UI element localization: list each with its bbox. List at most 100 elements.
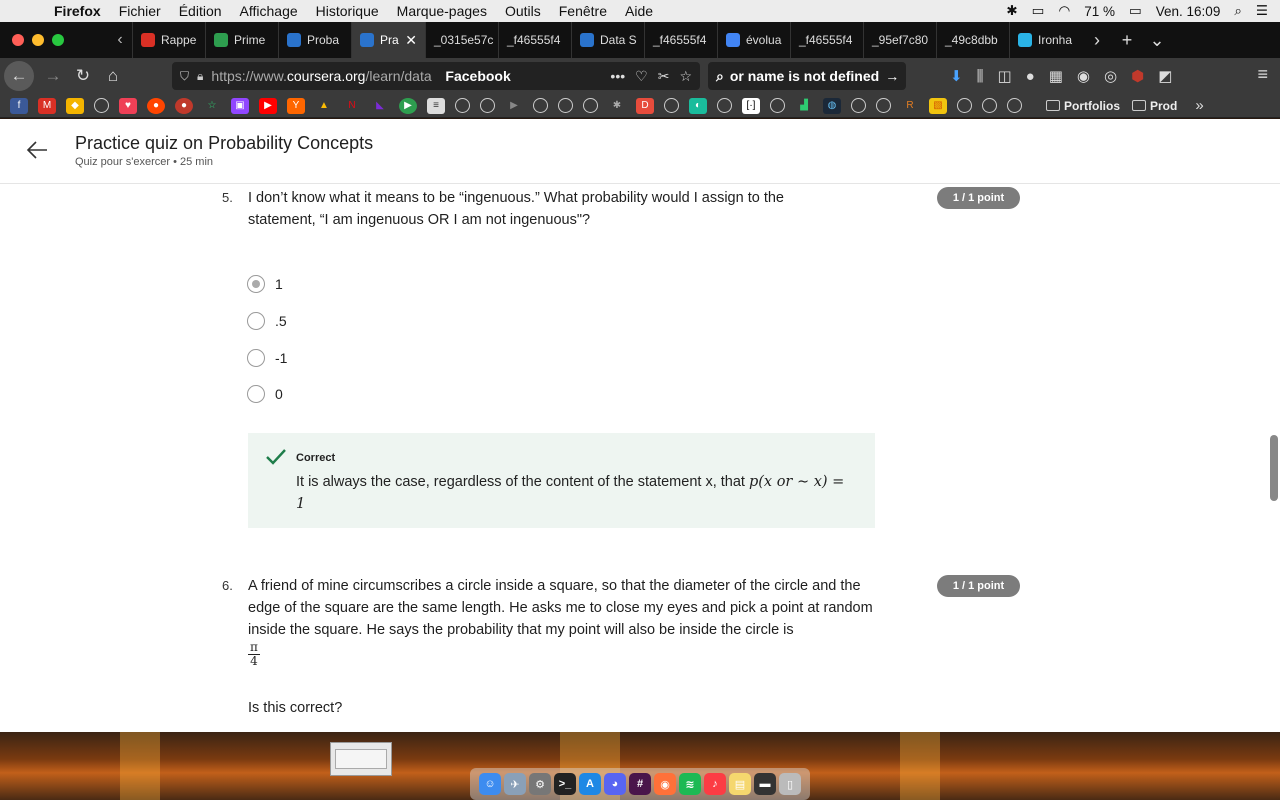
clock[interactable]: Ven. 16:09 [1156,4,1221,19]
bookmark-stripes-icon[interactable]: ▧ [929,97,947,114]
page-actions-icon[interactable]: ••• [610,68,625,85]
lock-icon[interactable]: 🔒︎ [197,69,203,84]
bookmark-pocket-icon[interactable]: ♥ [119,97,137,114]
answer-option[interactable]: 0 [247,385,283,403]
extension-icon[interactable]: ◉ [1077,67,1090,85]
bookmark-globe-icon[interactable] [480,98,495,113]
radio-button[interactable] [247,275,265,293]
container-label[interactable]: Facebook [445,68,510,84]
menu-fichier[interactable]: Fichier [119,3,161,19]
launchpad-icon[interactable]: ✈ [504,773,526,795]
spotlight-icon[interactable]: ⌕ [1234,3,1242,19]
menu-outils[interactable]: Outils [505,3,541,19]
display-icon[interactable]: ▭ [1032,3,1045,19]
hamburger-menu-icon[interactable]: ≡ [1257,64,1268,85]
spotify-icon[interactable]: ≋ [679,773,701,795]
pocket-icon[interactable]: ♡ [635,68,648,85]
forward-icon[interactable]: → [38,61,68,91]
bookmark-twitch-icon[interactable]: ▣ [231,97,249,114]
extension-grid-icon[interactable]: ▦ [1049,67,1063,85]
control-center-icon[interactable]: ☰ [1256,3,1268,19]
music-icon[interactable]: ♪ [704,773,726,795]
bookmarks-overflow-icon[interactable]: » [1195,97,1203,114]
bookmark-star-icon[interactable]: ☆ [203,98,221,114]
screenshot-icon[interactable]: ✂ [658,68,670,85]
tabs-scroll-right-icon[interactable]: › [1082,30,1112,51]
bookmark-globe-icon[interactable] [770,98,785,113]
bookmark-purple-icon[interactable]: ◣ [371,98,389,114]
bookmark-globe-icon[interactable] [94,98,109,113]
bluetooth-icon[interactable]: ✱ [1006,3,1017,19]
browser-tab[interactable]: _49c8dbb [936,22,1009,58]
list-all-tabs-icon[interactable]: ⌄ [1142,30,1172,51]
bookmark-globe-icon[interactable] [1007,98,1022,113]
bookmark-globe-icon[interactable] [533,98,548,113]
bookmark-steam-icon[interactable]: ◍ [823,97,841,114]
back-arrow-icon[interactable] [25,138,49,162]
browser-tab[interactable]: Data S [571,22,644,58]
bookmark-puzzle-icon[interactable]: ✱ [608,98,626,114]
browser-tab[interactable]: _0315e57c [425,22,498,58]
bookmark-gmail-icon[interactable]: M [38,97,56,114]
trash-icon[interactable]: ▯ [779,773,801,795]
ublock-icon[interactable]: ⬢ [1131,67,1144,85]
sidebar-icon[interactable]: ◫ [997,67,1011,85]
bookmark-globe-icon[interactable] [957,98,972,113]
downloads-icon[interactable]: ⬇ [950,67,963,85]
bookmark-doc-icon[interactable]: ≡ [427,97,445,114]
preview-icon[interactable]: ▤ [729,773,751,795]
minimize-window-button[interactable] [32,34,44,46]
close-tab-icon[interactable]: ✕ [405,32,417,49]
menu-affichage[interactable]: Affichage [240,3,298,19]
home-icon[interactable]: ⌂ [98,61,128,91]
browser-tab[interactable]: Ironha [1009,22,1082,58]
bookmark-keep-icon[interactable]: ◆ [66,97,84,114]
bookmark-netflix-icon[interactable]: N [343,98,361,114]
bookmark-ycombinator-icon[interactable]: Y [287,97,305,114]
menu-fenetre[interactable]: Fenêtre [559,3,607,19]
library-icon[interactable]: ⫼ [977,68,984,85]
answer-option[interactable]: .5 [247,312,287,330]
scrollbar-thumb[interactable] [1270,435,1278,501]
bookmark-drive-icon[interactable]: ▲ [315,98,333,114]
finder-icon[interactable]: ☺ [479,773,501,795]
radio-button[interactable] [247,385,265,403]
tabs-scroll-left-icon[interactable]: ‹ [108,31,132,49]
battery-percent[interactable]: 71 % [1084,4,1115,19]
bookmark-teal-icon[interactable]: ◐ [689,97,707,114]
bookmark-globe-icon[interactable] [982,98,997,113]
close-window-button[interactable] [12,34,24,46]
browser-tab[interactable]: évolua [717,22,790,58]
extension-owl-icon[interactable]: ◎ [1104,67,1117,85]
browser-tab[interactable]: Prime [205,22,278,58]
system-preferences-icon[interactable]: ⚙ [529,773,551,795]
bookmark-star-icon[interactable]: ☆ [679,68,692,85]
bookmark-globe-icon[interactable] [583,98,598,113]
url-bar[interactable]: ⛉ 🔒︎ https://www.coursera.org/learn/data… [172,62,700,90]
browser-tab[interactable]: _f46555f4 [644,22,717,58]
menu-aide[interactable]: Aide [625,3,653,19]
bookmark-globe-icon[interactable] [717,98,732,113]
bookmark-globe-icon[interactable] [664,98,679,113]
bookmark-d-icon[interactable]: D [636,97,654,114]
bookmark-globe-icon[interactable] [558,98,573,113]
browser-tab[interactable]: _f46555f4 [790,22,863,58]
menu-historique[interactable]: Historique [316,3,379,19]
menu-edition[interactable]: Édition [179,3,222,19]
bookmark-globe-icon[interactable] [851,98,866,113]
app-store-icon[interactable]: A [579,773,601,795]
bookmark-r-icon[interactable]: R [901,98,919,114]
briefcase-icon[interactable]: ▬ [754,773,776,795]
firefox-icon[interactable]: ◉ [654,773,676,795]
wifi-icon[interactable]: ◠ [1058,3,1070,19]
bookmark-arrow-icon[interactable]: ▶ [505,98,523,114]
browser-tab[interactable]: _95ef7c80 [863,22,936,58]
tracking-shield-icon[interactable]: ⛉ [180,69,189,84]
minimized-window-thumbnail[interactable] [330,742,392,776]
radio-button[interactable] [247,349,265,367]
bookmark-folder-portfolios[interactable]: Portfolios [1046,99,1120,113]
new-tab-icon[interactable]: + [1112,30,1142,51]
terminal-icon[interactable]: >_ [554,773,576,795]
extension-flag-icon[interactable]: ◩ [1158,67,1172,85]
browser-tab[interactable]: Rappe [132,22,205,58]
